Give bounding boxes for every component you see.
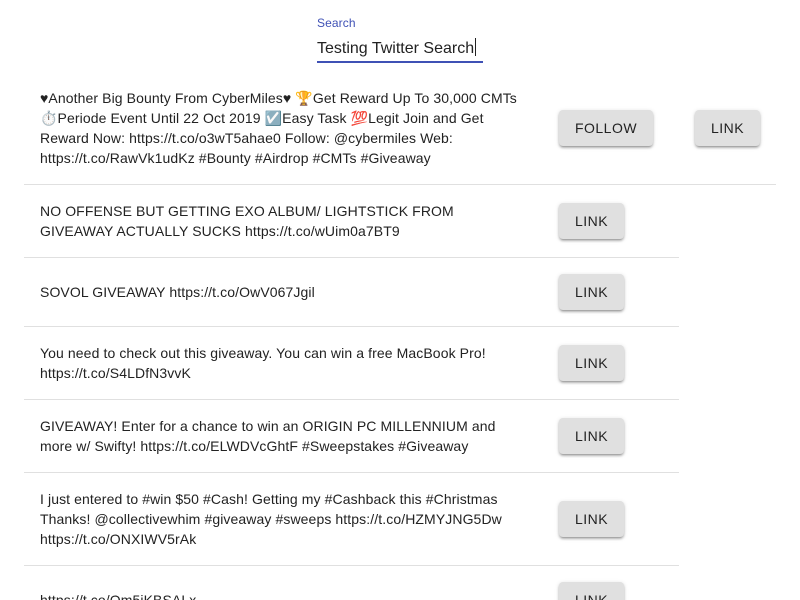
link-button[interactable]: Link — [559, 418, 624, 454]
link-button[interactable]: Link — [559, 582, 624, 600]
link-button[interactable]: Link — [559, 501, 624, 537]
tweet-text: SOVOL GIVEAWAY https://t.co/OwV067Jgil — [40, 284, 315, 300]
follow-button[interactable]: Follow — [559, 110, 653, 146]
link-button[interactable]: Link — [559, 345, 624, 381]
tweet-text: GIVEAWAY! Enter for a chance to win an O… — [40, 418, 496, 454]
tweet-text: You need to check out this giveaway. You… — [40, 345, 486, 381]
search-label: Search — [317, 16, 356, 30]
link-button[interactable]: Link — [695, 110, 760, 146]
tweet-text: ♥Another Big Bounty From CyberMiles♥ 🏆Ge… — [40, 90, 517, 166]
tweet-row: I just entered to #win $50 #Cash! Gettin… — [24, 473, 679, 566]
search-input-value: Testing Twitter Search — [317, 40, 475, 57]
tweet-text: NO OFFENSE BUT GETTING EXO ALBUM/ LIGHTS… — [40, 203, 454, 239]
tweet-text: I just entered to #win $50 #Cash! Gettin… — [40, 491, 502, 547]
tweet-row: NO OFFENSE BUT GETTING EXO ALBUM/ LIGHTS… — [24, 185, 679, 258]
search-underline — [317, 61, 483, 63]
link-button[interactable]: Link — [559, 203, 624, 239]
search-input[interactable]: Testing Twitter Search — [317, 38, 477, 58]
text-caret — [475, 38, 477, 56]
tweet-row: GIVEAWAY! Enter for a chance to win an O… — [24, 400, 679, 473]
link-button[interactable]: Link — [559, 274, 624, 310]
tweet-text: https://t.co/Om5iKBSALx — [40, 592, 197, 600]
page: Search Testing Twitter Search ♥Another B… — [0, 0, 800, 600]
tweet-row: https://t.co/Om5iKBSALx Link — [24, 566, 679, 600]
tweet-row: ♥Another Big Bounty From CyberMiles♥ 🏆Ge… — [24, 80, 776, 185]
tweet-row: SOVOL GIVEAWAY https://t.co/OwV067Jgil L… — [24, 258, 679, 327]
search-field[interactable]: Search Testing Twitter Search — [317, 15, 483, 64]
tweet-row: You need to check out this giveaway. You… — [24, 327, 679, 400]
